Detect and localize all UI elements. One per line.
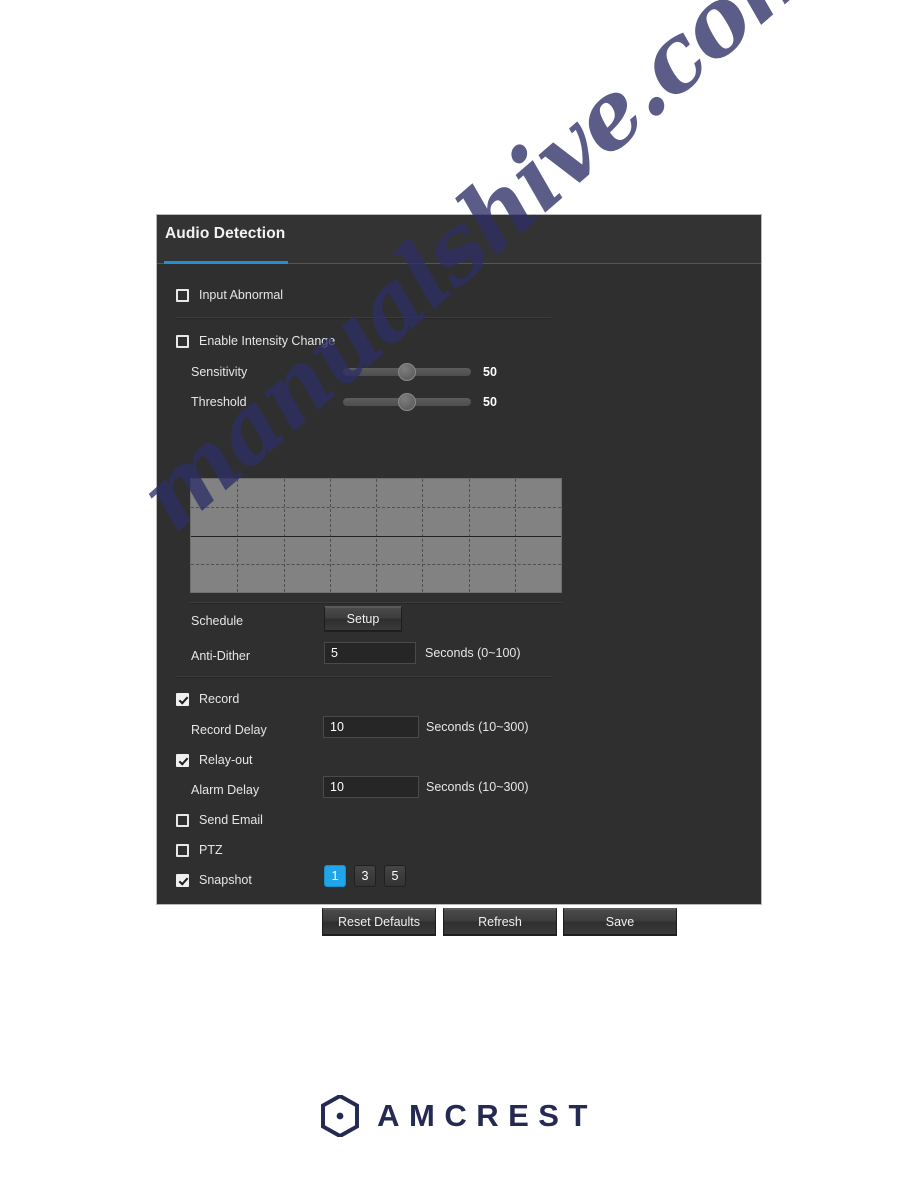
reset-defaults-button[interactable]: Reset Defaults — [322, 908, 436, 935]
relay-out-checkbox[interactable] — [176, 753, 189, 767]
ptz-checkbox[interactable] — [176, 843, 189, 857]
record-row[interactable]: Record — [176, 689, 239, 709]
amcrest-hexagon-icon — [321, 1095, 360, 1137]
anti-dither-row: Anti-Dither — [191, 646, 250, 666]
input-abnormal-label: Input Abnormal — [199, 288, 284, 302]
relay-out-row[interactable]: Relay-out — [176, 750, 253, 770]
snapshot-row[interactable]: Snapshot — [176, 870, 252, 890]
send-email-checkbox[interactable] — [176, 813, 189, 827]
anti-dither-input[interactable] — [324, 642, 416, 664]
record-delay-row: Record Delay — [191, 720, 267, 740]
snapshot-count-option-3[interactable]: 3 — [354, 865, 376, 887]
divider-1 — [176, 317, 551, 319]
grid-center-axis — [191, 535, 561, 537]
panel-body: Input Abnormal Enable Intensity Change S… — [157, 264, 761, 935]
alarm-delay-input[interactable] — [323, 776, 419, 798]
alarm-delay-unit: Seconds (10~300) — [426, 780, 529, 794]
sensitivity-slider-thumb[interactable] — [398, 363, 416, 381]
sensitivity-label: Sensitivity — [191, 365, 248, 379]
schedule-row: Schedule — [191, 611, 243, 631]
alarm-delay-label: Alarm Delay — [191, 783, 260, 797]
grid-line-h — [191, 563, 561, 565]
audio-detection-panel: Audio Detection Input Abnormal Enable In… — [156, 214, 762, 935]
threshold-slider[interactable] — [343, 393, 471, 411]
input-abnormal-checkbox[interactable] — [176, 288, 189, 302]
refresh-button[interactable]: Refresh — [443, 908, 557, 935]
anti-dither-unit: Seconds (0~100) — [425, 646, 521, 660]
input-abnormal-row[interactable]: Input Abnormal — [176, 285, 283, 305]
record-delay-label: Record Delay — [191, 723, 267, 737]
anti-dither-label: Anti-Dither — [191, 649, 251, 663]
alarm-delay-row: Alarm Delay — [191, 780, 259, 800]
threshold-row: Threshold 50 — [191, 392, 541, 412]
enable-intensity-change-checkbox[interactable] — [176, 334, 189, 348]
sensitivity-slider[interactable] — [343, 363, 471, 381]
record-label: Record — [199, 692, 240, 706]
schedule-setup-button[interactable]: Setup — [324, 606, 402, 631]
document-page: manualshive.com Audio Detection Input Ab… — [0, 0, 918, 1188]
divider-3 — [176, 676, 551, 678]
ptz-label: PTZ — [199, 843, 223, 857]
save-button[interactable]: Save — [563, 908, 677, 935]
sensitivity-row: Sensitivity 50 — [191, 362, 541, 382]
page-title: Audio Detection — [165, 225, 286, 242]
audio-waveform-graph — [190, 478, 562, 593]
threshold-value: 50 — [483, 395, 497, 409]
snapshot-count-group: 1 3 5 — [324, 865, 414, 887]
sensitivity-value: 50 — [483, 365, 497, 379]
enable-intensity-change-label: Enable Intensity Change — [199, 334, 336, 348]
snapshot-count-option-1[interactable]: 1 — [324, 865, 346, 887]
send-email-label: Send Email — [199, 813, 263, 827]
snapshot-checkbox[interactable] — [176, 873, 189, 887]
snapshot-count-option-5[interactable]: 5 — [384, 865, 406, 887]
divider-2 — [190, 602, 562, 604]
relay-out-label: Relay-out — [199, 753, 253, 767]
record-delay-input[interactable] — [323, 716, 419, 738]
grid-line-h — [191, 507, 561, 509]
ptz-row[interactable]: PTZ — [176, 840, 223, 860]
enable-intensity-change-row[interactable]: Enable Intensity Change — [176, 331, 335, 351]
amcrest-logo: AMCREST — [0, 1090, 918, 1142]
panel-header: Audio Detection — [157, 215, 761, 264]
schedule-label: Schedule — [191, 614, 244, 628]
threshold-slider-thumb[interactable] — [398, 393, 416, 411]
amcrest-wordmark: AMCREST — [377, 1098, 597, 1133]
record-checkbox[interactable] — [176, 692, 189, 706]
snapshot-label: Snapshot — [199, 873, 252, 887]
threshold-label: Threshold — [191, 395, 247, 409]
record-delay-unit: Seconds (10~300) — [426, 720, 529, 734]
send-email-row[interactable]: Send Email — [176, 810, 263, 830]
